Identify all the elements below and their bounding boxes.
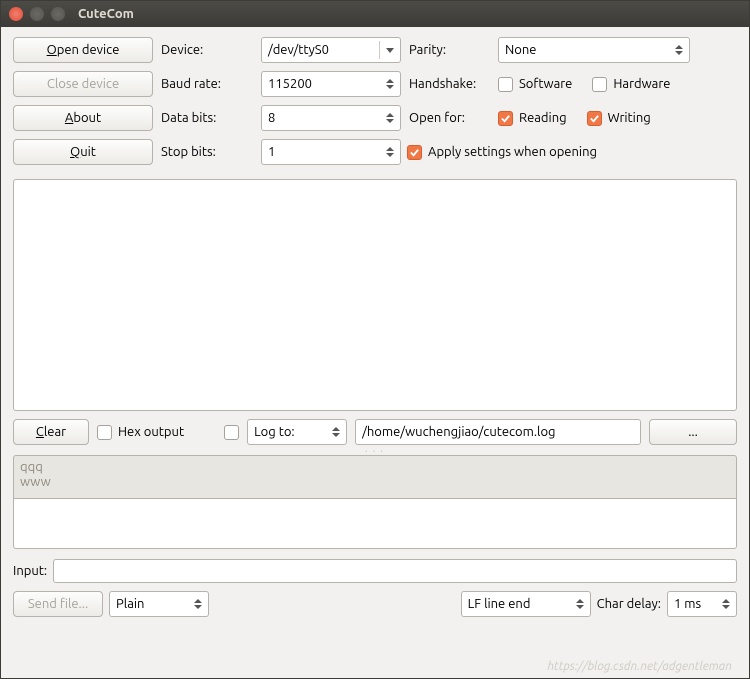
stopbits-select[interactable]: 1 [261, 139, 401, 165]
log-path-input[interactable] [355, 419, 641, 445]
writing-checkbox[interactable] [587, 111, 602, 126]
openfor-label: Open for: [407, 111, 492, 125]
writing-label: Writing [608, 111, 651, 125]
watermark: https://blog.csdn.net/adgentleman [547, 660, 732, 673]
device-label: Device: [159, 43, 239, 57]
open-device-button[interactable]: Open device [13, 37, 153, 63]
hex-output-label: Hex output [118, 425, 184, 439]
minimize-window-button[interactable] [30, 7, 44, 21]
clear-button[interactable]: Clear [13, 419, 89, 445]
output-area[interactable] [13, 179, 737, 411]
databits-select[interactable]: 8 [261, 105, 401, 131]
line-end-select[interactable]: LF line end [461, 591, 591, 617]
send-mode-select[interactable]: Plain [109, 591, 209, 617]
history-line: qqq [20, 460, 730, 475]
stopbits-label: Stop bits: [159, 145, 239, 159]
titlebar: CuteCom [1, 1, 749, 27]
parity-label: Parity: [407, 43, 492, 57]
browse-log-button[interactable]: ... [649, 419, 737, 445]
send-area[interactable] [13, 499, 737, 549]
baud-label: Baud rate: [159, 77, 239, 91]
char-delay-spin[interactable]: 1 ms [667, 591, 737, 617]
logto-select[interactable]: Log to: [247, 419, 347, 445]
baud-select[interactable]: 115200 [261, 71, 401, 97]
input-field[interactable] [53, 559, 737, 583]
close-window-button[interactable] [9, 7, 23, 21]
splitter-handle[interactable]: ∙∙∙ [13, 445, 737, 455]
apply-settings-label: Apply settings when opening [428, 145, 597, 159]
reading-checkbox[interactable] [498, 111, 513, 126]
handshake-label: Handshake: [407, 77, 492, 91]
about-button[interactable]: About [13, 105, 153, 131]
software-label: Software [519, 77, 572, 91]
reading-label: Reading [519, 111, 567, 125]
logto-checkbox[interactable] [224, 425, 239, 440]
char-delay-label: Char delay: [597, 597, 661, 611]
send-file-button: Send file... [13, 591, 103, 617]
window-title: CuteCom [78, 7, 134, 21]
hex-output-checkbox[interactable] [97, 425, 112, 440]
input-label: Input: [13, 564, 47, 578]
databits-label: Data bits: [159, 111, 239, 125]
maximize-window-button[interactable] [51, 7, 65, 21]
device-combo[interactable]: /dev/ttyS0 [261, 37, 401, 63]
hardware-label: Hardware [613, 77, 670, 91]
quit-button[interactable]: Quit [13, 139, 153, 165]
close-device-button: Close device [13, 71, 153, 97]
apply-settings-checkbox[interactable] [407, 145, 422, 160]
parity-select[interactable]: None [498, 37, 690, 63]
send-history[interactable]: qqq www [13, 455, 737, 499]
software-checkbox[interactable] [498, 77, 513, 92]
history-line: www [20, 475, 730, 490]
hardware-checkbox[interactable] [592, 77, 607, 92]
